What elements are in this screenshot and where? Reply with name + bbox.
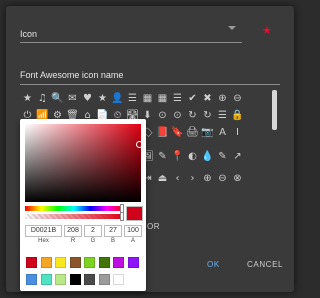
color-swatch[interactable] bbox=[26, 257, 37, 268]
icon-option[interactable]: ★ bbox=[95, 92, 110, 106]
icon-option[interactable]: ⊕ bbox=[215, 92, 230, 106]
icon-option[interactable]: 🔍 bbox=[50, 92, 65, 106]
icon-option[interactable]: › bbox=[185, 172, 200, 186]
icon-option[interactable]: ✎ bbox=[155, 150, 170, 164]
color-swatch[interactable] bbox=[40, 257, 52, 268]
color-swatch[interactable] bbox=[69, 257, 81, 268]
icon-option[interactable]: ✔ bbox=[185, 92, 200, 106]
icon-option[interactable]: ✎ bbox=[215, 150, 230, 164]
icon-option[interactable]: ◐ bbox=[185, 150, 200, 164]
color-picker: D0021B 208 2 27 100 Hex R G B A bbox=[20, 119, 146, 291]
blue-input[interactable]: 27 bbox=[104, 225, 122, 237]
icon-option[interactable]: ▦ bbox=[140, 92, 155, 106]
color-swatch[interactable] bbox=[55, 257, 66, 268]
icon-field-underline bbox=[20, 42, 242, 43]
red-label: R bbox=[70, 238, 76, 244]
icon-option[interactable]: ⊙ bbox=[170, 109, 185, 123]
green-label: G bbox=[90, 238, 96, 244]
icon-option[interactable]: 📕 bbox=[155, 126, 170, 140]
icon-option[interactable]: ✖ bbox=[200, 92, 215, 106]
icon-option[interactable]: ⏏ bbox=[155, 172, 170, 186]
color-swatch[interactable] bbox=[40, 274, 52, 285]
icon-grid-scrollbar[interactable] bbox=[272, 90, 277, 130]
icon-option[interactable]: 📍 bbox=[170, 150, 185, 164]
color-cursor[interactable] bbox=[136, 141, 143, 148]
color-swatch[interactable] bbox=[113, 274, 124, 285]
icon-name-input[interactable]: Font Awesome icon name bbox=[20, 70, 123, 80]
color-field-label: OR bbox=[147, 222, 160, 231]
icon-row: ★ ♫ 🔍 ✉ ♥ ★ 👤 ☰ ▦ ▦ ☰ ✔ ✖ ⊕ ⊖ bbox=[20, 92, 245, 106]
ok-button[interactable]: OK bbox=[207, 260, 220, 269]
icon-option[interactable]: ⊖ bbox=[230, 92, 245, 106]
icon-option[interactable]: ⊕ bbox=[200, 172, 215, 186]
icon-option[interactable]: ♫ bbox=[35, 92, 50, 106]
icon-option[interactable]: ★ bbox=[20, 92, 35, 106]
red-input[interactable]: 208 bbox=[64, 225, 82, 237]
blue-label: B bbox=[110, 238, 115, 244]
color-swatch[interactable] bbox=[55, 274, 66, 285]
icon-option[interactable]: ↗ bbox=[230, 150, 245, 164]
icon-option[interactable]: ⊗ bbox=[230, 172, 245, 186]
green-input[interactable]: 2 bbox=[84, 225, 102, 237]
chevron-down-icon[interactable] bbox=[228, 26, 236, 30]
icon-option[interactable]: 💧 bbox=[200, 150, 215, 164]
alpha-slider[interactable] bbox=[25, 212, 124, 221]
icon-option[interactable]: 📷 bbox=[200, 126, 215, 140]
alpha-slider-knob[interactable] bbox=[120, 212, 124, 221]
icon-option[interactable]: ☰ bbox=[125, 92, 140, 106]
icon-option[interactable]: I bbox=[230, 126, 245, 140]
alpha-label: A bbox=[130, 238, 135, 244]
icon-option[interactable]: A bbox=[215, 126, 230, 140]
icon-option[interactable]: 🖨 bbox=[185, 126, 200, 140]
cancel-button[interactable]: CANCEL bbox=[247, 260, 283, 269]
color-swatch[interactable] bbox=[69, 274, 81, 285]
icon-option[interactable]: ↻ bbox=[200, 109, 215, 123]
icon-option[interactable]: ▦ bbox=[155, 92, 170, 106]
alpha-input[interactable]: 100 bbox=[124, 225, 142, 237]
icon-option[interactable]: 🔒 bbox=[230, 109, 245, 123]
hue-slider[interactable] bbox=[25, 204, 124, 213]
color-swatch[interactable] bbox=[98, 257, 110, 268]
icon-field-label[interactable]: Icon bbox=[20, 29, 37, 39]
icon-option[interactable]: ⊙ bbox=[155, 109, 170, 123]
star-icon[interactable]: ★ bbox=[262, 26, 272, 37]
icon-option[interactable]: ☰ bbox=[170, 92, 185, 106]
color-swatch[interactable] bbox=[127, 257, 139, 268]
color-swatch[interactable] bbox=[84, 274, 95, 285]
saturation-value-area[interactable] bbox=[25, 124, 143, 202]
color-swatch[interactable] bbox=[113, 257, 124, 268]
icon-option[interactable]: ‹ bbox=[170, 172, 185, 186]
icon-option[interactable]: 👤 bbox=[110, 92, 125, 106]
color-preview bbox=[126, 206, 143, 221]
icon-option[interactable]: ♥ bbox=[80, 92, 95, 106]
icon-option[interactable]: ⊖ bbox=[215, 172, 230, 186]
color-swatch[interactable] bbox=[26, 274, 37, 285]
hex-label: Hex bbox=[38, 238, 49, 244]
icon-option[interactable]: ☰ bbox=[215, 109, 230, 123]
icon-option[interactable]: 🔖 bbox=[170, 126, 185, 140]
icon-option[interactable]: ✉ bbox=[65, 92, 80, 106]
hex-input[interactable]: D0021B bbox=[25, 225, 62, 237]
color-swatch[interactable] bbox=[84, 257, 95, 268]
icon-name-underline bbox=[20, 84, 280, 85]
icon-option[interactable]: ↻ bbox=[185, 109, 200, 123]
color-swatch[interactable] bbox=[98, 274, 110, 285]
